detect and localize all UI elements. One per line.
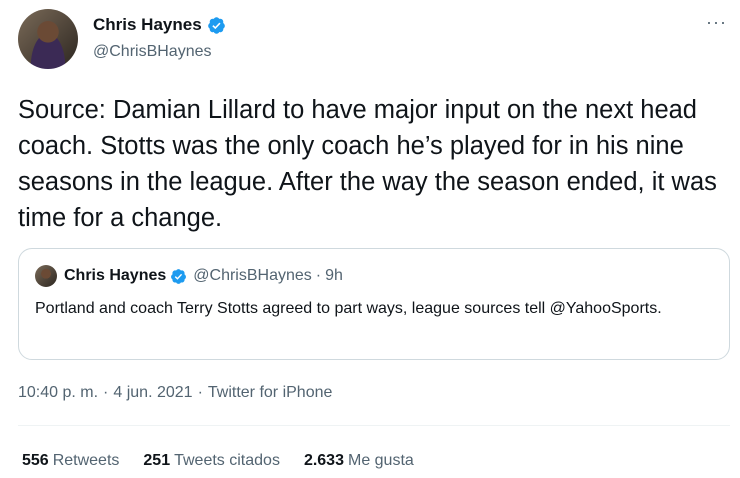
quoted-timestamp: 9h bbox=[325, 267, 343, 284]
author-handle[interactable]: @ChrisBHaynes bbox=[93, 43, 212, 61]
quote-tweets-stat[interactable]: 251 Tweets citados bbox=[143, 452, 280, 470]
meta-separator: · bbox=[197, 384, 203, 401]
engagement-stats: 556 Retweets 251 Tweets citados 2.633 Me gu… bbox=[22, 452, 438, 470]
quoted-tweet-card[interactable]: Chris Haynes @ChrisBHaynes · 9h Portland… bbox=[18, 248, 730, 360]
quoted-author-avatar bbox=[35, 265, 57, 287]
quoted-tweet-header: Chris Haynes @ChrisBHaynes · 9h bbox=[64, 267, 343, 285]
meta-separator: · bbox=[103, 384, 109, 401]
retweets-label: Retweets bbox=[52, 452, 120, 469]
retweets-stat[interactable]: 556 Retweets bbox=[22, 452, 119, 470]
retweets-count: 556 bbox=[22, 452, 49, 469]
divider bbox=[18, 425, 730, 426]
verified-badge-icon bbox=[207, 16, 226, 35]
likes-stat[interactable]: 2.633 Me gusta bbox=[304, 452, 414, 470]
tweet-text: Source: Damian Lillard to have major inp… bbox=[18, 96, 717, 232]
quote-tweets-count: 251 bbox=[143, 452, 171, 469]
author-name[interactable]: Chris Haynes bbox=[93, 15, 202, 35]
quoted-author-name: Chris Haynes bbox=[64, 267, 167, 284]
tweet-source-link[interactable]: Twitter for iPhone bbox=[208, 384, 333, 402]
likes-label: Me gusta bbox=[347, 452, 414, 469]
quoted-author-handle: @ChrisBHaynes bbox=[193, 267, 312, 284]
tweet-time[interactable]: 10:40 p. m. bbox=[18, 384, 98, 402]
author-avatar[interactable] bbox=[18, 9, 78, 69]
quote-tweets-label: Tweets citados bbox=[174, 452, 280, 469]
quoted-tweet-text: Portland and coach Terry Stotts agreed t… bbox=[35, 300, 662, 317]
likes-count: 2.633 bbox=[303, 452, 344, 469]
quoted-verified-badge-icon bbox=[170, 268, 187, 285]
quoted-separator: · bbox=[315, 267, 322, 284]
more-options-icon[interactable]: ··· bbox=[706, 12, 727, 33]
tweet-date[interactable]: 4 jun. 2021 bbox=[113, 384, 192, 402]
tweet-metadata: 10:40 p. m. · 4 jun. 2021 · Twitter for … bbox=[18, 384, 332, 402]
author-name-row: Chris Haynes bbox=[93, 15, 226, 35]
